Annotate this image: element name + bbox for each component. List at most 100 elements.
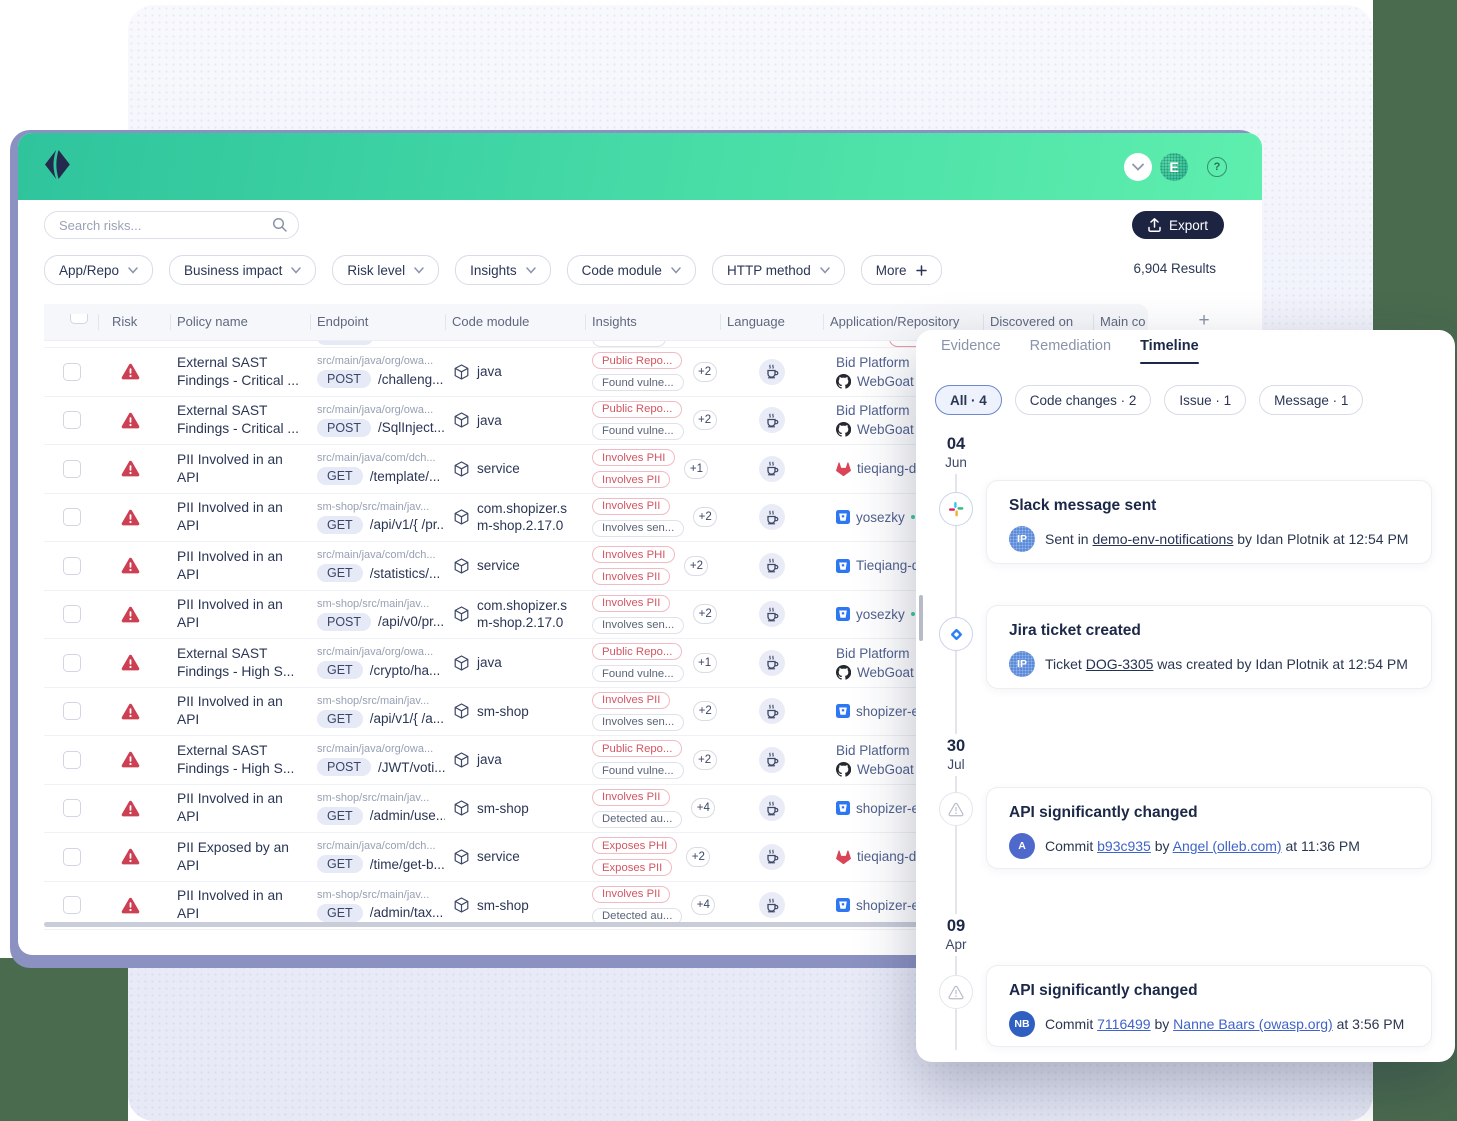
status-dot	[911, 612, 915, 616]
help-icon[interactable]: ?	[1207, 157, 1227, 177]
more-insights-badge[interactable]: +2	[693, 750, 717, 770]
tab-evidence[interactable]: Evidence	[941, 338, 1001, 364]
insight-pill: Involves PII	[592, 886, 670, 903]
timeline-event-card[interactable]: API significantly changed ACommit b93c93…	[986, 787, 1432, 869]
column-header-risk[interactable]: Risk	[98, 314, 170, 330]
column-header-language[interactable]: Language	[720, 314, 823, 330]
insight-pill: Found vulne...	[592, 423, 684, 440]
row-checkbox[interactable]	[63, 848, 81, 866]
language-badge	[759, 504, 785, 530]
application-name[interactable]: Bid Platform	[836, 401, 910, 420]
application-name[interactable]: Bid Platform	[836, 353, 910, 372]
more-insights-badge[interactable]: +4	[691, 895, 715, 915]
row-checkbox[interactable]	[63, 411, 81, 429]
timeline-event-card[interactable]: Slack message sent IPSent in demo-env-no…	[986, 480, 1432, 564]
more-insights-badge[interactable]: +2	[693, 507, 717, 527]
event-link[interactable]: Nanne Baars (owasp.org)	[1173, 1016, 1333, 1032]
more-insights-badge[interactable]: +2	[693, 362, 717, 382]
timeline-chip-issue-1[interactable]: Issue · 1	[1164, 385, 1246, 415]
http-method-pill: GET	[317, 516, 363, 534]
event-link[interactable]: b93c935	[1097, 838, 1151, 854]
application-name[interactable]: Bid Platform	[836, 741, 910, 760]
tab-timeline[interactable]: Timeline	[1140, 338, 1199, 364]
code-module-icon	[454, 509, 469, 525]
timeline-event-card[interactable]: API significantly changed NBCommit 71164…	[986, 965, 1432, 1047]
code-module-name: com.shopizer.sm-shop.2.17.0	[477, 500, 567, 534]
more-insights-badge[interactable]: +1	[693, 653, 717, 673]
event-detail: Ticket DOG-3305 was created by Idan Plot…	[1045, 656, 1408, 672]
column-header-application-repository[interactable]: Application/Repository	[823, 314, 983, 330]
column-header-code-module[interactable]: Code module	[445, 314, 585, 330]
more-insights-badge[interactable]: +4	[691, 798, 715, 818]
more-insights-badge[interactable]: +1	[684, 459, 708, 479]
account-menu-button[interactable]	[1124, 153, 1152, 181]
timeline-chip-code-changes-2[interactable]: Code changes · 2	[1015, 385, 1152, 415]
filter-chip-business-impact[interactable]: Business impact	[169, 255, 316, 285]
java-language-icon	[765, 364, 779, 379]
filter-chip-risk-level[interactable]: Risk level	[332, 255, 439, 285]
row-checkbox[interactable]	[63, 654, 81, 672]
panel-scrollbar[interactable]	[919, 595, 923, 641]
column-header-main-co[interactable]: Main co	[1093, 314, 1148, 330]
repository-name[interactable]: yosezky	[856, 508, 905, 527]
select-all-checkbox[interactable]	[70, 314, 88, 324]
risk-critical-icon	[121, 897, 140, 914]
avatar[interactable]: E	[1160, 153, 1188, 181]
repository-name[interactable]: WebGoat	[857, 420, 914, 439]
java-language-icon	[765, 558, 779, 573]
row-checkbox[interactable]	[63, 508, 81, 526]
more-insights-badge[interactable]: +2	[693, 604, 717, 624]
column-header-endpoint[interactable]: Endpoint	[310, 314, 445, 330]
insight-pill: Involves sen...	[592, 714, 684, 731]
policy-name: External SASTFindings - High S...	[170, 645, 310, 681]
more-insights-badge[interactable]: +2	[686, 847, 710, 867]
search-input[interactable]	[44, 211, 299, 239]
endpoint-path: /time/get-b...	[370, 857, 445, 872]
more-insights-badge[interactable]: +2	[693, 701, 717, 721]
row-checkbox[interactable]	[63, 799, 81, 817]
timeline-chip-all-4[interactable]: All · 4	[935, 385, 1002, 415]
event-link[interactable]: 7116499	[1097, 1016, 1150, 1032]
filter-chip-insights[interactable]: Insights	[455, 255, 551, 285]
timeline-chip-message-1[interactable]: Message · 1	[1259, 385, 1363, 415]
row-checkbox[interactable]	[63, 363, 81, 381]
timeline-date: 30Jul	[933, 734, 979, 776]
language-badge	[759, 407, 785, 433]
more-insights-badge[interactable]: +2	[684, 556, 708, 576]
export-button[interactable]: Export	[1132, 211, 1224, 239]
row-checkbox[interactable]	[63, 460, 81, 478]
status-dot	[911, 515, 915, 519]
column-header-discovered-on[interactable]: Discovered on	[983, 314, 1093, 330]
row-checkbox[interactable]	[63, 896, 81, 914]
risk-detail-panel: Evidence Remediation Timeline All · 4 Code …	[916, 330, 1455, 1062]
row-checkbox[interactable]	[63, 605, 81, 623]
language-badge	[759, 795, 785, 821]
upload-icon	[1148, 218, 1161, 232]
row-checkbox[interactable]	[63, 557, 81, 575]
http-method-pill: POST	[317, 370, 371, 388]
repository-name[interactable]: WebGoat	[857, 760, 914, 779]
column-header-insights[interactable]: Insights	[585, 314, 720, 330]
timeline-event-card[interactable]: Jira ticket created IPTicket DOG-3305 wa…	[986, 605, 1432, 689]
filter-chip-code-module[interactable]: Code module	[567, 255, 696, 285]
row-checkbox[interactable]	[63, 751, 81, 769]
row-checkbox[interactable]	[63, 702, 81, 720]
column-header-policy-name[interactable]: Policy name	[170, 314, 310, 330]
more-insights-badge[interactable]: +2	[693, 410, 717, 430]
endpoint-path: /api/v1/{ /a...	[370, 711, 444, 726]
plus-icon	[916, 265, 927, 276]
application-name[interactable]: Bid Platform	[836, 644, 910, 663]
repository-name[interactable]: WebGoat	[857, 372, 914, 391]
filter-chip-http-method[interactable]: HTTP method	[712, 255, 845, 285]
filter-chip-more[interactable]: More	[861, 255, 942, 285]
filter-chip-app-repo[interactable]: App/Repo	[44, 255, 153, 285]
http-method-pill: GET	[317, 904, 363, 922]
tab-remediation[interactable]: Remediation	[1030, 338, 1111, 364]
repository-name[interactable]: yosezky	[856, 605, 905, 624]
event-link[interactable]: demo-env-notifications	[1092, 531, 1233, 547]
repository-name[interactable]: WebGoat	[857, 663, 914, 682]
event-link[interactable]: Angel (olleb.com)	[1173, 838, 1282, 854]
code-module-name: java	[477, 654, 502, 671]
bitbucket-icon	[836, 704, 850, 718]
event-link[interactable]: DOG-3305	[1086, 656, 1154, 672]
